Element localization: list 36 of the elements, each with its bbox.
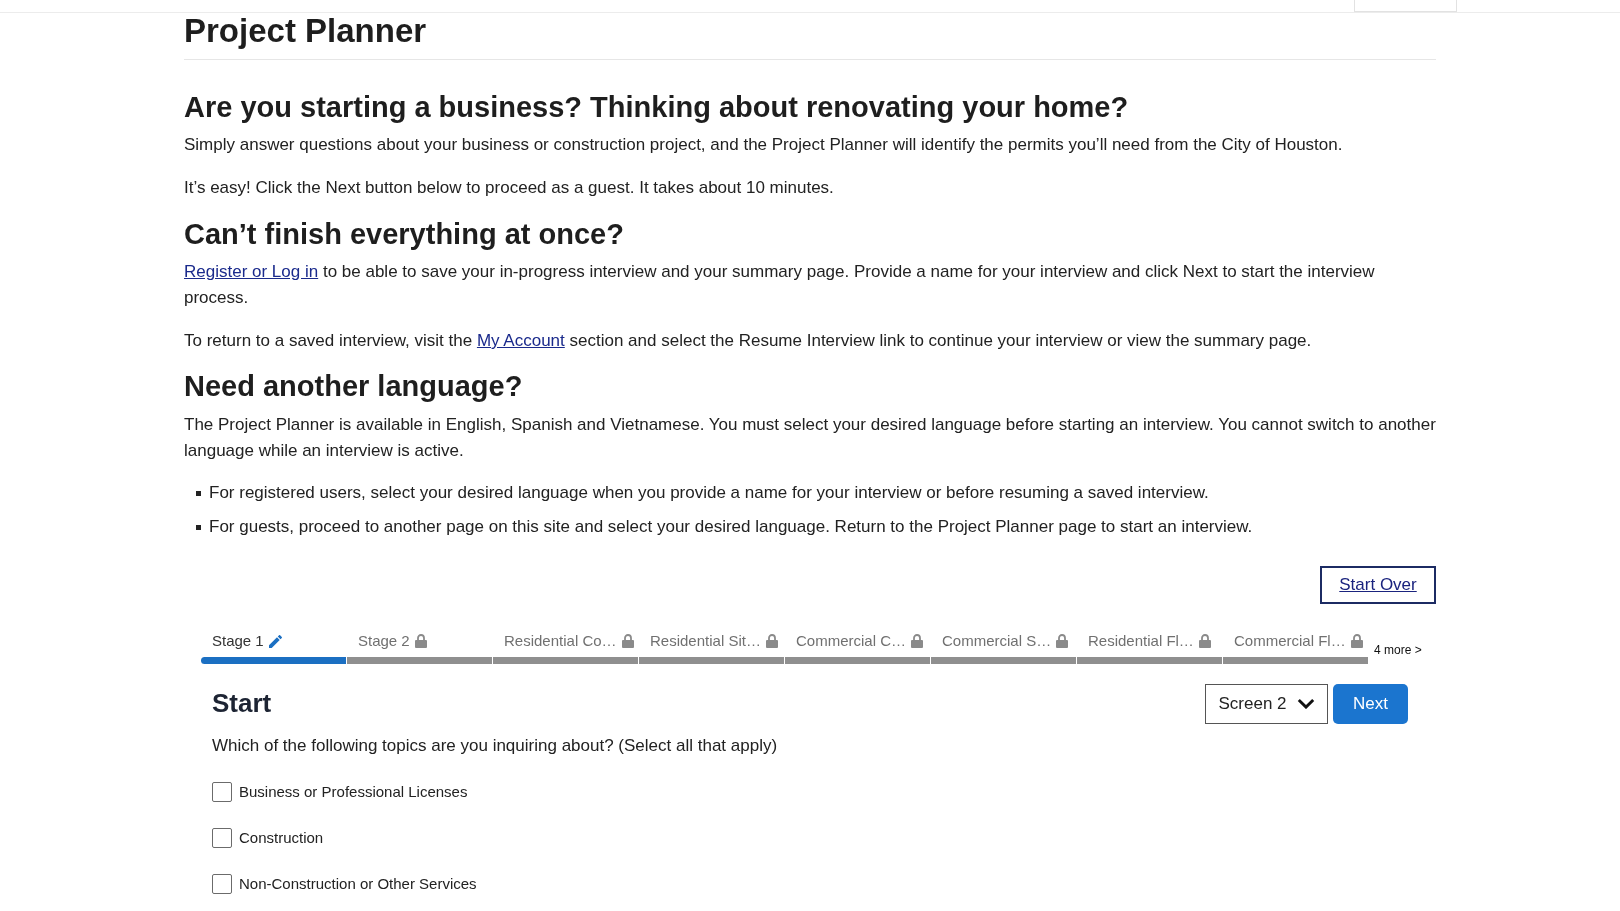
section-heading: Can’t finish everything at once?: [184, 217, 625, 251]
checkbox-label: Non-Construction or Other Services: [239, 873, 477, 894]
text-link[interactable]: My Account: [476, 331, 565, 350]
checkbox-label: Construction: [239, 827, 324, 848]
checkbox[interactable]: [212, 782, 232, 802]
body-text: Simply answer questions about your business or construction project, and the Project Planner will identify the permits you’ll need from the City of Houston.: [184, 134, 1344, 156]
bullet-icon: [196, 524, 201, 530]
screen-select[interactable]: Screen 2: [1205, 683, 1328, 724]
checkbox-label: Business or Professional Licenses: [239, 781, 468, 802]
page-title: Project Planner: [184, 13, 428, 49]
section-heading: Are you starting a business? Thinking about renovating your home?: [184, 90, 1130, 124]
stage-tab[interactable]: Commercial S…: [931, 631, 1076, 664]
chevron-down-icon: [1296, 698, 1315, 709]
stage-tab[interactable]: Residential Sit…: [639, 631, 784, 664]
next-button[interactable]: Next: [1333, 683, 1408, 724]
checkbox[interactable]: [212, 828, 232, 848]
body-text: It’s easy! Click the Next button below to proceed as a guest. It takes about 10 minutes.: [184, 177, 835, 199]
section-heading: Need another language?: [184, 369, 524, 403]
text-link[interactable]: Register or Log in: [184, 262, 319, 281]
section-title: Start: [212, 687, 272, 720]
stage-tab[interactable]: Commercial C…: [785, 631, 930, 664]
stage-tab[interactable]: Stage 1: [201, 631, 346, 664]
body-text: Register or Log in to be able to save your in-progress interview and your summary page. Provide a name for your interview and click Next to start the interview process.: [184, 261, 1376, 309]
body-text: To return to a saved interview, visit the My Account section and select the Resume Interview link to continue your interview or view the summary page.: [184, 330, 1313, 352]
stage-tab[interactable]: Residential Fl…: [1077, 631, 1222, 664]
stage-tab[interactable]: Residential Co…: [493, 631, 638, 664]
checkbox[interactable]: [212, 874, 232, 894]
more-stages-link[interactable]: 4 more >: [1374, 642, 1422, 658]
start-over-button[interactable]: Start Over: [1320, 566, 1436, 604]
list-item-text: For registered users, select your desired language when you provide a name for your interview or before resuming a saved interview.: [209, 482, 1209, 504]
question-text: Which of the following topics are you inquiring about? (Select all that apply): [212, 735, 779, 757]
stage-tab[interactable]: Commercial Fl…: [1223, 631, 1368, 664]
bullet-icon: [196, 490, 201, 496]
list-item-text: For guests, proceed to another page on this site and select your desired language. Return to the Project Planner page to start an interview.: [209, 516, 1253, 538]
body-text: The Project Planner is available in English, Spanish and Vietnamese. You must select your desired language before starting an interview. You cannot switch to another language while an interview is active.: [184, 414, 1436, 462]
stage-tab[interactable]: Stage 2: [347, 631, 492, 664]
